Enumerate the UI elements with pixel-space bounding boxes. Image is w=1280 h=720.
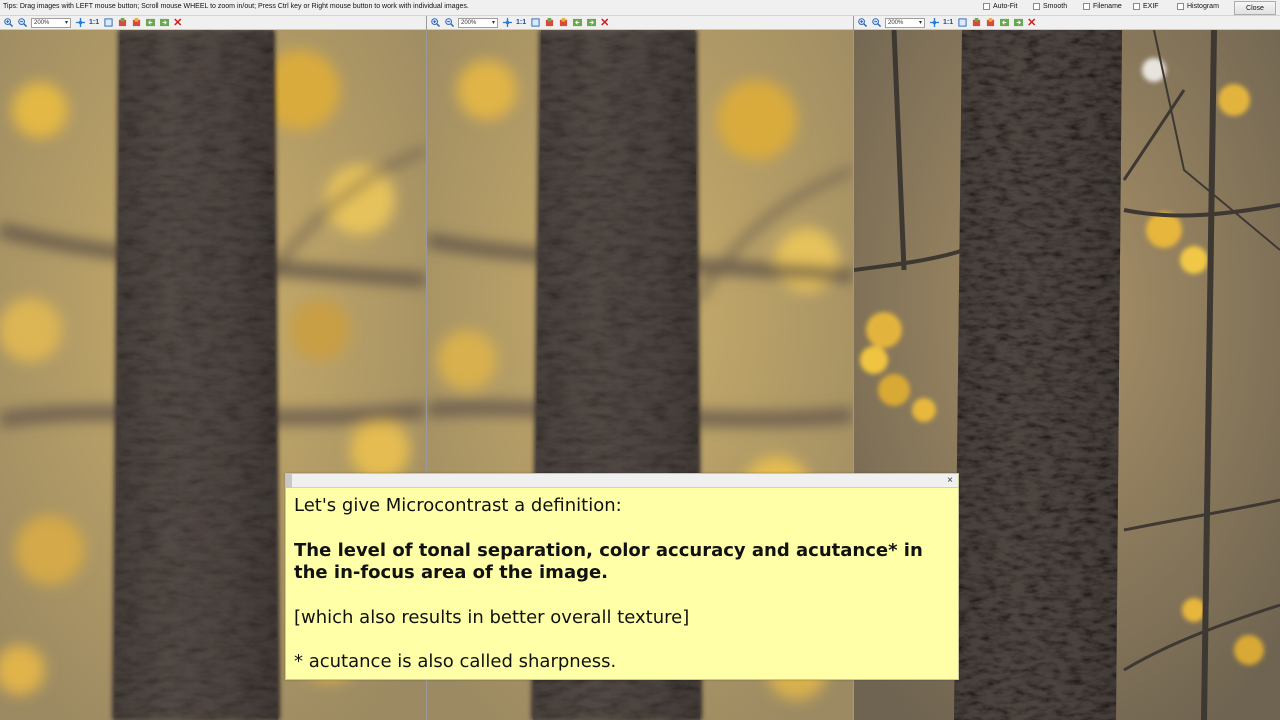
next-image-icon[interactable] [159,18,169,28]
auto-fit-checkbox[interactable]: Auto-Fit [983,3,1018,10]
fit-icon[interactable] [929,18,939,28]
zoom-value: 200% [34,19,50,26]
checkbox-box[interactable] [1133,3,1140,10]
checkbox-box[interactable] [1177,3,1184,10]
fit-icon[interactable] [502,18,512,28]
filename-checkbox[interactable]: Filename [1083,3,1122,10]
zoom-value: 200% [888,19,904,26]
definition-note: × Let's give Microcontrast a definition:… [285,473,959,680]
rotate-left-icon[interactable] [971,18,981,28]
drag-handle[interactable] [286,474,292,488]
actual-size-button[interactable]: 1:1 [516,19,526,26]
rotate-right-icon[interactable] [558,18,568,28]
fit-window-icon[interactable] [103,18,113,28]
exif-label: EXIF [1143,3,1159,10]
zoom-in-icon[interactable] [430,18,440,28]
close-image-icon[interactable]: ✕ [173,17,182,28]
fit-icon[interactable] [75,18,85,28]
close-icon[interactable]: × [947,474,953,488]
rotate-right-icon[interactable] [985,18,995,28]
tips-bar: Tips: Drag images with LEFT mouse button… [0,0,1280,16]
zoom-select[interactable]: 200% ▾ [458,17,498,28]
filename-label: Filename [1093,3,1122,10]
panel-toolbar: 200% ▾ 1:1 ✕ [0,16,426,30]
panel-toolbar: 200% ▾ 1:1 ✕ [427,16,853,30]
previous-image-icon[interactable] [999,18,1009,28]
note-body: Let's give Microcontrast a definition: T… [286,488,958,674]
rotate-left-icon[interactable] [544,18,554,28]
chevron-down-icon: ▾ [491,20,495,26]
previous-image-icon[interactable] [145,18,155,28]
next-image-icon[interactable] [1013,18,1023,28]
histogram-label: Histogram [1187,3,1219,10]
actual-size-button[interactable]: 1:1 [89,19,99,26]
chevron-down-icon: ▾ [918,20,922,26]
checkbox-box[interactable] [1083,3,1090,10]
checkbox-box[interactable] [983,3,990,10]
previous-image-icon[interactable] [572,18,582,28]
zoom-select[interactable]: 200% ▾ [31,17,71,28]
zoom-value: 200% [461,19,477,26]
tips-text: Tips: Drag images with LEFT mouse button… [3,3,469,10]
next-image-icon[interactable] [586,18,596,28]
auto-fit-label: Auto-Fit [993,3,1018,10]
smooth-checkbox[interactable]: Smooth [1033,3,1067,10]
rotate-left-icon[interactable] [117,18,127,28]
actual-size-button[interactable]: 1:1 [943,19,953,26]
panel-toolbar: 200% ▾ 1:1 ✕ [854,16,1280,30]
note-definition: The level of tonal separation, color acc… [294,539,923,584]
note-footnote: * acutance is also called sharpness. [294,651,617,672]
fit-window-icon[interactable] [530,18,540,28]
fit-window-icon[interactable] [957,18,967,28]
close-image-icon[interactable]: ✕ [1027,17,1036,28]
note-titlebar[interactable]: × [286,474,958,488]
note-bracket: [which also results in better overall te… [294,606,690,628]
smooth-label: Smooth [1043,3,1068,10]
checkbox-box[interactable] [1033,3,1040,10]
zoom-out-icon[interactable] [871,18,881,28]
close-button[interactable]: Close [1234,1,1276,15]
note-intro: Let's give Microcontrast a definition: [294,495,622,516]
zoom-in-icon[interactable] [857,18,867,28]
histogram-checkbox[interactable]: Histogram [1177,3,1219,10]
exif-checkbox[interactable]: EXIF [1133,3,1159,10]
chevron-down-icon: ▾ [64,20,68,26]
zoom-in-icon[interactable] [3,18,13,28]
rotate-right-icon[interactable] [131,18,141,28]
zoom-out-icon[interactable] [444,18,454,28]
close-image-icon[interactable]: ✕ [600,17,609,28]
zoom-select[interactable]: 200% ▾ [885,17,925,28]
image-comparison-window: Tips: Drag images with LEFT mouse button… [0,0,1280,720]
zoom-out-icon[interactable] [17,18,27,28]
